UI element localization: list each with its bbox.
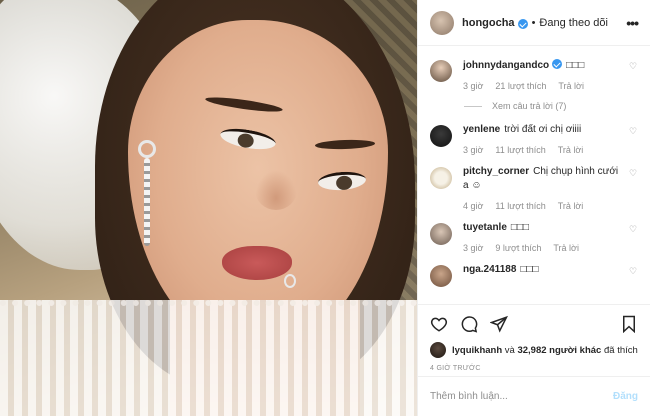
liked-by: lyquikhanh và 32,982 người khác đã thích — [430, 342, 638, 358]
liker-avatar[interactable] — [430, 342, 446, 358]
verified-badge-icon — [552, 59, 563, 69]
commenter-username[interactable]: pitchy_corner — [463, 166, 529, 177]
reply-button[interactable]: Trả lời — [553, 243, 579, 253]
comment-item: johnnydangandco □□□ 3 giờ 21 lượt thích T… — [430, 58, 638, 91]
post-sidebar: hongocha • Đang theo dõi ••• johnnydanga… — [417, 0, 650, 416]
commenter-avatar[interactable] — [430, 125, 452, 147]
commenter-username[interactable]: tuyetanle — [463, 222, 507, 233]
add-comment-bar: Đăng — [418, 376, 650, 416]
view-replies-button[interactable]: Xem câu trả lời (7) — [464, 101, 638, 111]
comment-text: trời đất ơi chị ơiiii — [504, 124, 582, 135]
post-actions: lyquikhanh và 32,982 người khác đã thích… — [418, 304, 650, 376]
following-status-button[interactable]: Đang theo dõi — [539, 17, 608, 29]
comment-item: pitchy_corner Chị chụp hình cưới a ☺ 4 gi… — [430, 165, 638, 211]
comment-heart-icon[interactable]: ♡ — [629, 62, 638, 71]
earring-left — [138, 140, 156, 250]
commenter-avatar[interactable] — [430, 223, 452, 245]
comment-time: 3 giờ — [463, 145, 484, 155]
commenter-avatar[interactable] — [430, 265, 452, 287]
more-horizontal-icon[interactable]: ••• — [626, 16, 639, 30]
lips — [222, 246, 292, 280]
comment-likes[interactable]: 11 lượt thích — [495, 145, 545, 155]
comment-likes[interactable]: 9 lượt thích — [495, 243, 541, 253]
author-avatar[interactable] — [430, 10, 454, 35]
nose — [255, 170, 297, 210]
replies-divider — [464, 105, 482, 107]
commenter-avatar[interactable] — [430, 60, 452, 82]
view-replies-label: Xem câu trả lời (7) — [492, 101, 567, 111]
commenter-username[interactable]: nga.241188 — [463, 264, 516, 275]
commenter-avatar[interactable] — [430, 167, 452, 189]
lace-dress — [0, 300, 417, 416]
comment-time: 4 giờ — [463, 201, 484, 211]
instagram-post: hongocha • Đang theo dõi ••• johnnydanga… — [0, 0, 650, 416]
liked-by-suffix: đã thích — [601, 344, 638, 356]
post-time-ago[interactable]: 4 GIỜ TRƯỚC — [430, 365, 638, 372]
liker-username[interactable]: lyquikhanh — [452, 345, 502, 356]
comment-likes[interactable]: 21 lượt thích — [495, 81, 546, 91]
commenter-username[interactable]: johnnydangandco — [463, 60, 549, 71]
comments-list[interactable]: johnnydangandco □□□ 3 giờ 21 lượt thích T… — [418, 46, 650, 304]
comment-time: 3 giờ — [463, 243, 484, 253]
comment-text: □□□ — [566, 60, 585, 71]
bookmark-icon[interactable] — [620, 315, 638, 333]
separator-dot: • — [531, 16, 536, 29]
comment-heart-icon[interactable]: ♡ — [629, 169, 638, 178]
share-icon[interactable] — [490, 315, 508, 333]
comment-heart-icon[interactable]: ♡ — [629, 267, 638, 276]
comment-item: tuyetanle □□□ 3 giờ 9 lượt thích Trả lời … — [430, 221, 638, 253]
reply-button[interactable]: Trả lời — [558, 145, 584, 155]
heart-icon[interactable] — [430, 315, 448, 333]
likes-count[interactable]: 32,982 người khác — [517, 345, 601, 356]
comment-icon[interactable] — [460, 315, 478, 333]
reply-button[interactable]: Trả lời — [558, 201, 584, 211]
comment-item: yenlene trời đất ơi chị ơiiii 3 giờ 11 lư… — [430, 123, 638, 155]
post-header: hongocha • Đang theo dõi ••• — [418, 0, 650, 46]
comment-text: □□□ — [510, 222, 530, 233]
earring-right — [284, 274, 296, 288]
comment-text: □□□ — [520, 264, 539, 275]
post-comment-button[interactable]: Đăng — [613, 391, 638, 402]
action-icons — [430, 313, 638, 335]
comment-likes[interactable]: 11 lượt thích — [495, 201, 545, 211]
author-username[interactable]: hongocha — [462, 17, 515, 29]
comment-input[interactable] — [430, 391, 613, 402]
comment-time: 3 giờ — [463, 81, 484, 91]
comment-item: nga.241188 □□□ ♡ — [430, 263, 638, 287]
comment-heart-icon[interactable]: ♡ — [629, 225, 638, 234]
commenter-username[interactable]: yenlene — [463, 124, 500, 135]
post-photo[interactable] — [0, 0, 417, 416]
verified-badge-icon — [517, 18, 528, 29]
liked-by-connector: và — [502, 344, 518, 356]
reply-button[interactable]: Trả lời — [558, 81, 584, 91]
comment-heart-icon[interactable]: ♡ — [629, 127, 638, 136]
